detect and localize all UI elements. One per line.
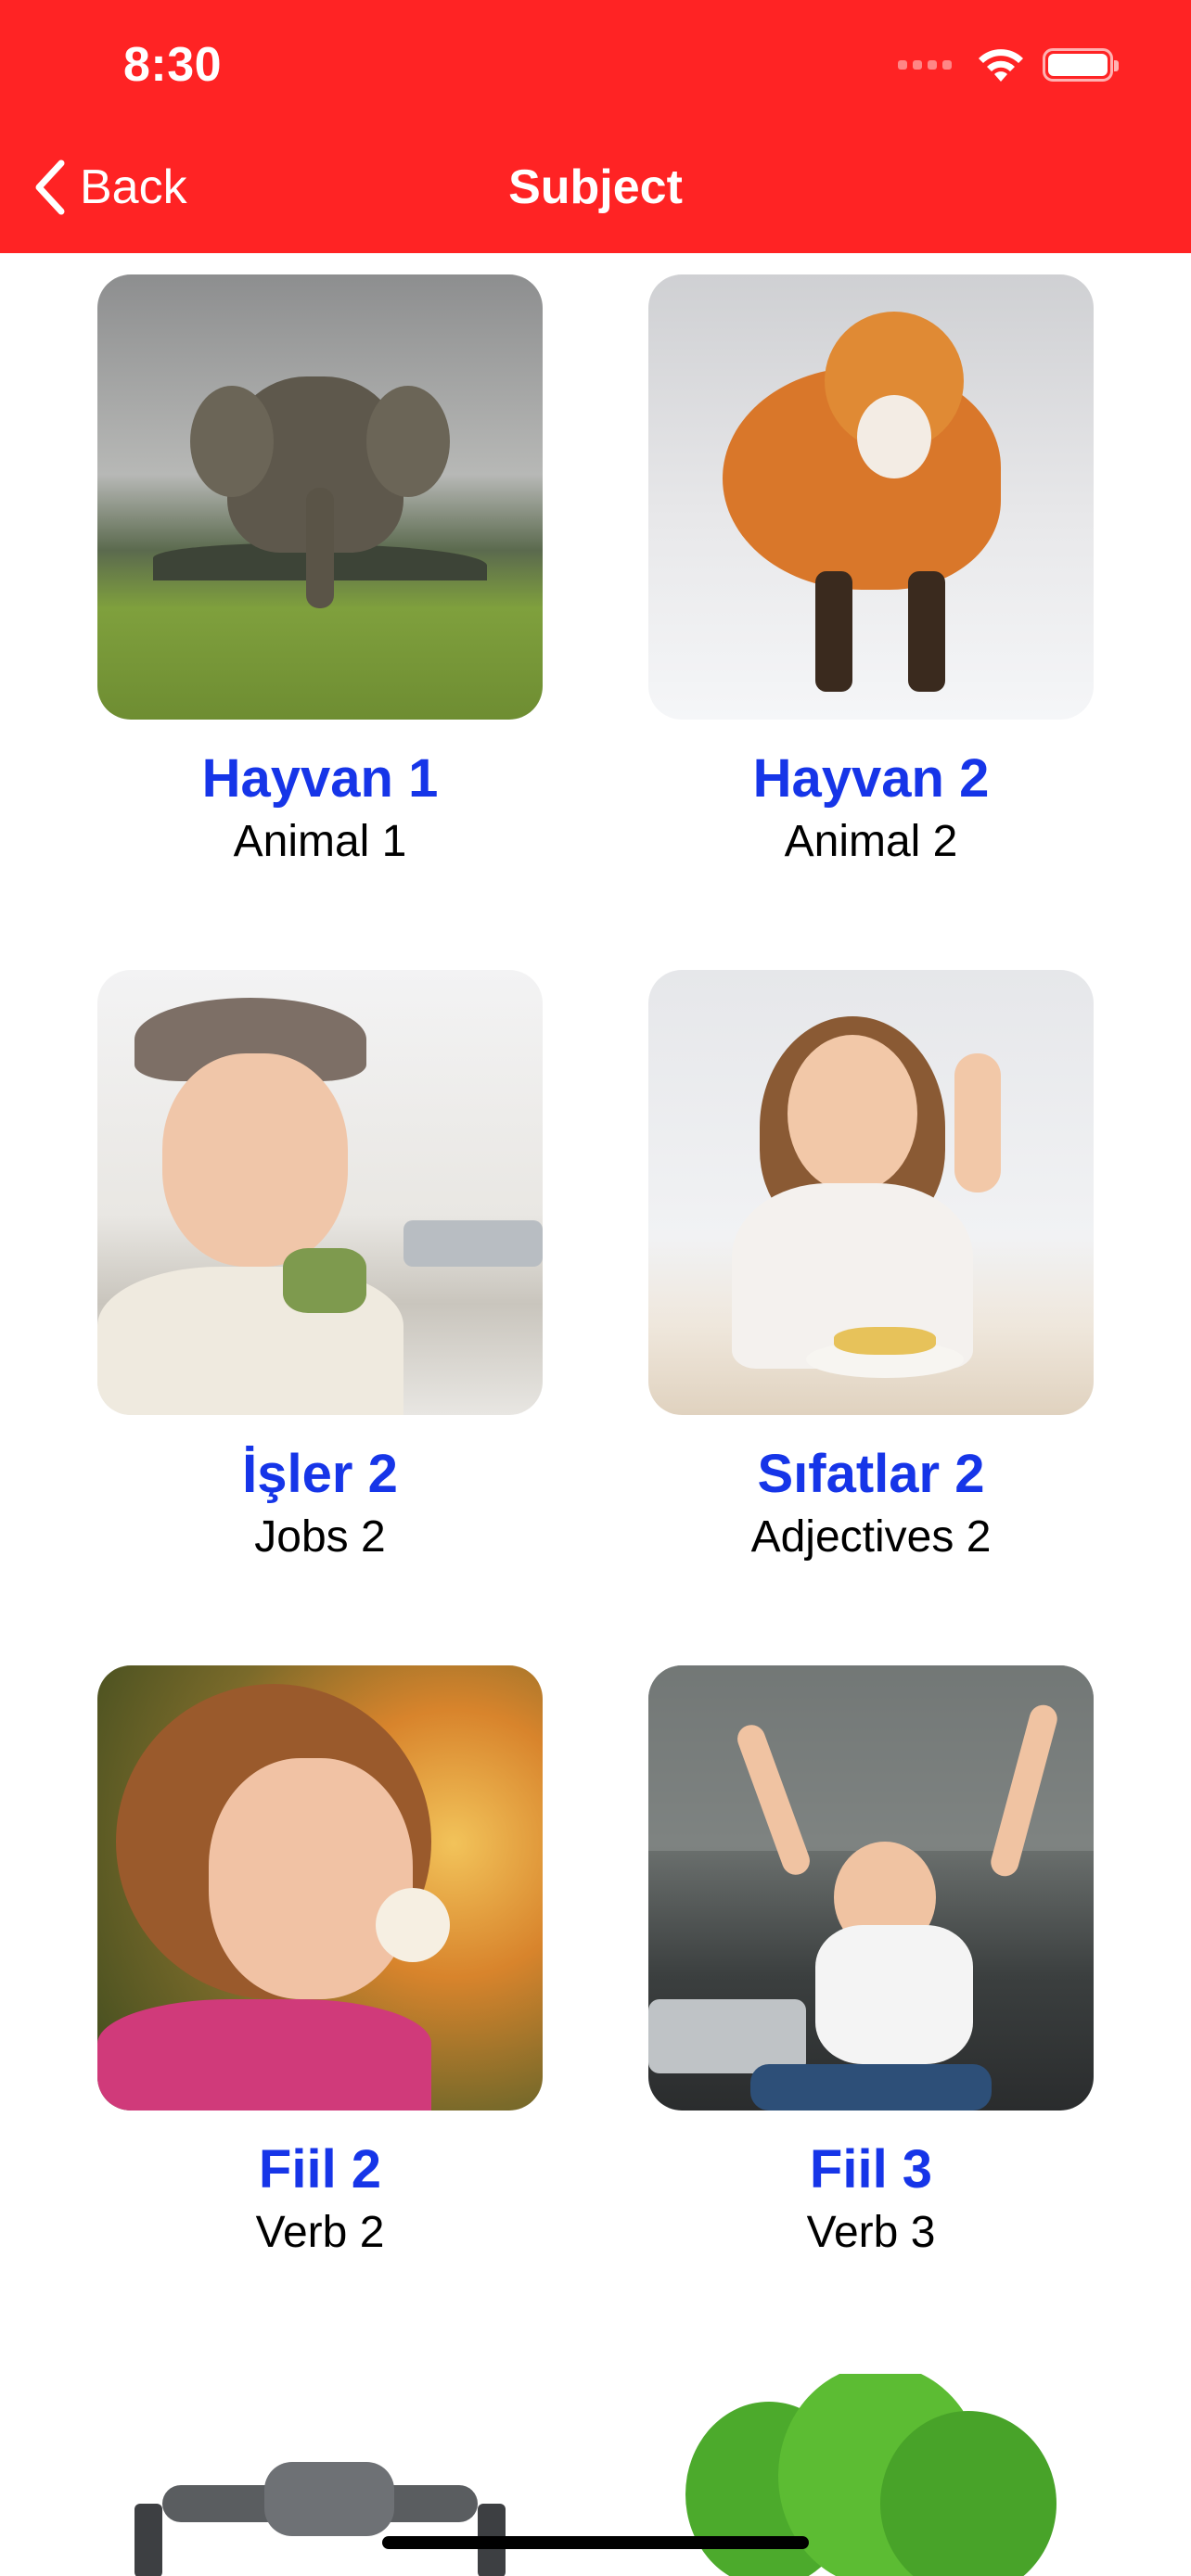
subject-subtitle: Adjectives 2 xyxy=(750,1511,992,1562)
subject-card-hayvan-2[interactable]: Hayvan 2 Animal 2 xyxy=(648,274,1094,867)
back-label: Back xyxy=(80,160,187,214)
subject-subtitle: Animal 1 xyxy=(233,816,407,866)
cellular-signal-icon xyxy=(898,60,952,70)
subject-subtitle: Verb 2 xyxy=(255,2207,385,2257)
subject-title: Hayvan 2 xyxy=(752,748,990,809)
subject-title: Fiil 2 xyxy=(258,2139,382,2200)
fox-image xyxy=(648,274,1094,720)
subject-title: Hayvan 1 xyxy=(201,748,439,809)
girl-dandelion-image xyxy=(97,1665,543,2111)
battery-icon xyxy=(1043,48,1119,82)
flight-attendant-image xyxy=(97,970,543,1415)
chevron-left-icon xyxy=(35,159,65,215)
wifi-icon xyxy=(979,49,1023,82)
subject-title: Sıfatlar 2 xyxy=(757,1444,985,1504)
subject-subtitle: Verb 3 xyxy=(806,2207,936,2257)
subject-subtitle: Animal 2 xyxy=(784,816,958,866)
subject-card-fiil-3[interactable]: Fiil 3 Verb 3 xyxy=(648,1665,1094,2258)
subject-card-sifatlar-2[interactable]: Sıfatlar 2 Adjectives 2 xyxy=(648,970,1094,1562)
subject-card-hayvan-1[interactable]: Hayvan 1 Animal 1 xyxy=(97,274,543,867)
woman-stretching-image xyxy=(648,1665,1094,2111)
subject-card-isler-2[interactable]: İşler 2 Jobs 2 xyxy=(97,970,543,1562)
girl-thumbs-up-image xyxy=(648,970,1094,1415)
subject-title: Fiil 3 xyxy=(809,2139,933,2200)
navigation-header: 8:30 Back Subject xyxy=(0,0,1191,253)
elephant-image xyxy=(97,274,543,720)
subject-title: İşler 2 xyxy=(242,1444,398,1504)
back-button[interactable]: Back xyxy=(33,159,187,215)
status-time: 8:30 xyxy=(123,38,223,92)
status-icons xyxy=(898,46,1119,83)
subject-subtitle: Jobs 2 xyxy=(254,1511,386,1562)
subject-card-fiil-2[interactable]: Fiil 2 Verb 2 xyxy=(97,1665,543,2258)
home-indicator[interactable] xyxy=(382,2536,809,2549)
